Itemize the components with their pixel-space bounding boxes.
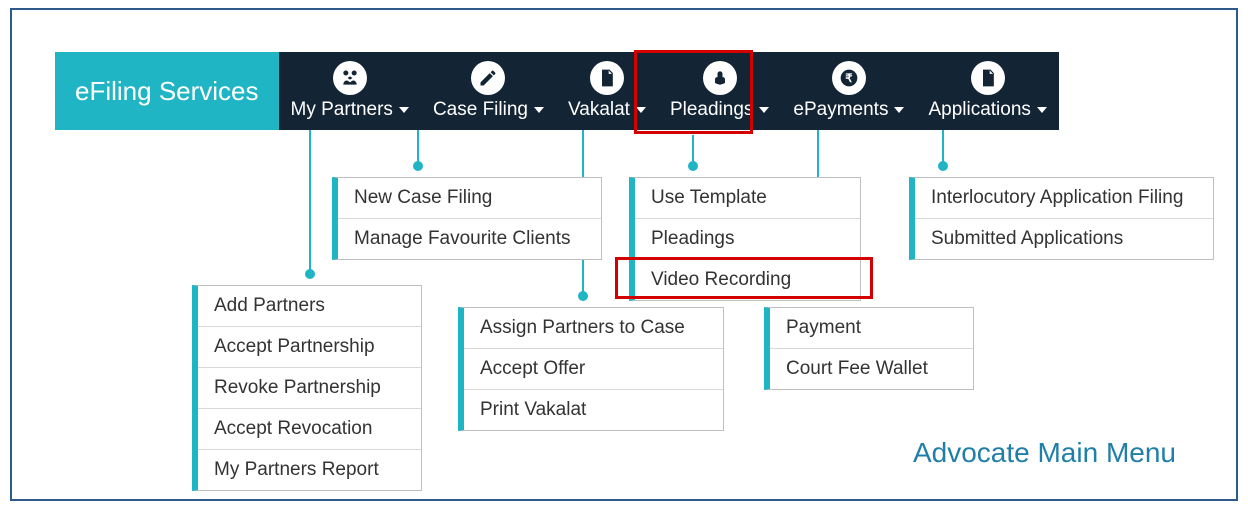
rupee-icon: ₹ [832, 61, 866, 95]
nav-label: Vakalat [568, 99, 630, 121]
dropdown-pleadings: Use Template Pleadings Video Recording [629, 177, 861, 301]
menu-item[interactable]: Submitted Applications [915, 219, 1213, 259]
svg-text:₹: ₹ [845, 72, 853, 85]
menu-item[interactable]: Use Template [635, 178, 860, 219]
menu-item[interactable]: New Case Filing [338, 178, 601, 219]
menu-item[interactable]: Accept Partnership [198, 327, 421, 368]
dropdown-applications: Interlocutory Application Filing Submitt… [909, 177, 1214, 260]
caret-down-icon [534, 107, 544, 113]
menu-item[interactable]: Accept Revocation [198, 409, 421, 450]
navbar: eFiling Services My Partners Case Filing [55, 52, 1059, 130]
nav-label: My Partners [291, 99, 393, 121]
menu-item[interactable]: Assign Partners to Case [464, 308, 723, 349]
partners-icon [333, 61, 367, 95]
brand-label: eFiling Services [55, 52, 279, 130]
connector [309, 130, 311, 278]
file-icon [971, 61, 1005, 95]
nav-label: Pleadings [670, 99, 753, 121]
caret-down-icon [636, 107, 646, 113]
nav-case-filing[interactable]: Case Filing [421, 52, 556, 130]
dropdown-epayments: Payment Court Fee Wallet [764, 307, 974, 390]
nav-my-partners[interactable]: My Partners [279, 52, 421, 130]
nav-applications[interactable]: Applications [916, 52, 1058, 130]
dropdown-case-filing: New Case Filing Manage Favourite Clients [332, 177, 602, 260]
document-icon [590, 61, 624, 95]
nav-vakalat[interactable]: Vakalat [556, 52, 658, 130]
pencil-icon [471, 61, 505, 95]
connector [692, 135, 694, 170]
outer-frame: eFiling Services My Partners Case Filing [10, 8, 1238, 501]
menu-item[interactable]: Video Recording [635, 260, 860, 300]
nav-pleadings[interactable]: Pleadings [658, 52, 781, 130]
dropdown-vakalat: Assign Partners to Case Accept Offer Pri… [458, 307, 724, 431]
menu-item[interactable]: Interlocutory Application Filing [915, 178, 1213, 219]
menu-item[interactable]: Print Vakalat [464, 390, 723, 430]
menu-item[interactable]: My Partners Report [198, 450, 421, 490]
hands-icon [703, 61, 737, 95]
menu-item[interactable]: Add Partners [198, 286, 421, 327]
caret-down-icon [1037, 107, 1047, 113]
menu-item[interactable]: Manage Favourite Clients [338, 219, 601, 259]
caret-down-icon [399, 107, 409, 113]
menu-item[interactable]: Payment [770, 308, 973, 349]
dropdown-my-partners: Add Partners Accept Partnership Revoke P… [192, 285, 422, 491]
nav-label: Case Filing [433, 99, 528, 121]
nav-label: Applications [928, 99, 1030, 121]
menu-item[interactable]: Pleadings [635, 219, 860, 260]
menu-item[interactable]: Court Fee Wallet [770, 349, 973, 389]
menu-item[interactable]: Accept Offer [464, 349, 723, 390]
connector [942, 130, 944, 170]
nav-label: ePayments [793, 99, 888, 121]
menu-item[interactable]: Revoke Partnership [198, 368, 421, 409]
connector [417, 130, 419, 170]
caption: Advocate Main Menu [913, 437, 1176, 469]
nav-epayments[interactable]: ₹ ePayments [781, 52, 916, 130]
caret-down-icon [894, 107, 904, 113]
caret-down-icon [759, 107, 769, 113]
